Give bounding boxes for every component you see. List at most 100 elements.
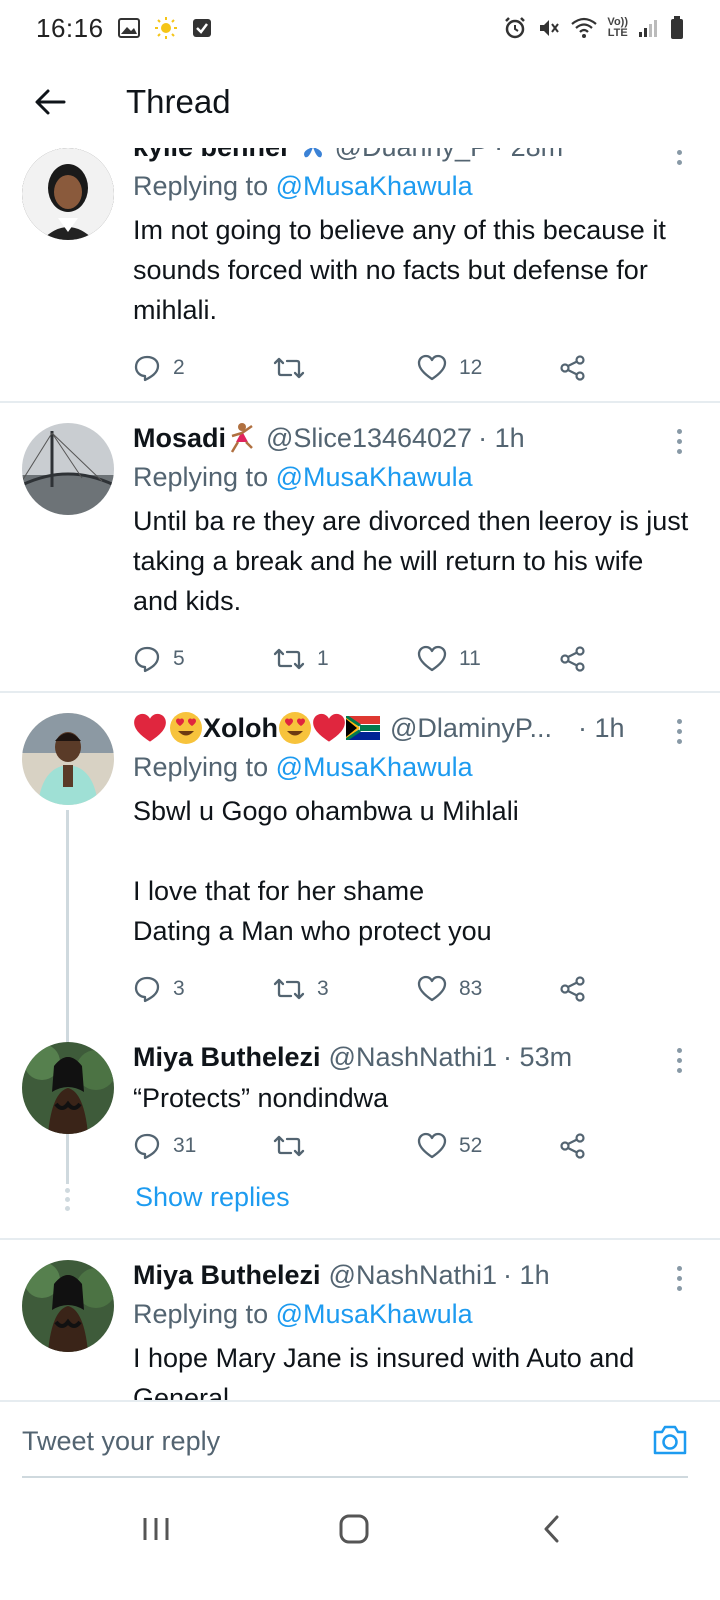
author-handle[interactable]: @Slice13464027 <box>266 419 472 457</box>
author-handle[interactable]: @NashNathi1 <box>329 1256 498 1294</box>
share-button[interactable] <box>559 645 587 673</box>
retweet-button[interactable] <box>273 354 317 382</box>
like-button[interactable]: 52 <box>417 1132 482 1160</box>
back-button[interactable] <box>0 56 100 148</box>
mention-link[interactable]: @MusaKhawula <box>276 1299 473 1329</box>
more-options-icon[interactable] <box>674 1048 684 1073</box>
reply-button[interactable]: 5 <box>133 645 185 673</box>
recent-apps-icon <box>143 1518 169 1540</box>
reply-count: 5 <box>173 647 185 670</box>
share-icon <box>560 646 585 672</box>
avatar[interactable] <box>22 713 114 805</box>
more-options-icon[interactable] <box>674 429 684 454</box>
author-handle[interactable]: @Duanny_P <box>335 148 489 166</box>
like-button[interactable]: 12 <box>417 354 482 382</box>
thread-connector <box>66 1148 69 1184</box>
replying-to: Replying to @MusaKhawula <box>133 171 473 201</box>
author-name[interactable]: Xoloh <box>203 709 278 747</box>
tweet-body: Until ba re they are divorced then leero… <box>133 506 689 616</box>
mention-link[interactable]: @MusaKhawula <box>276 752 473 782</box>
more-options-icon[interactable] <box>674 1266 684 1291</box>
battery-icon <box>670 16 684 40</box>
share-button[interactable] <box>559 1132 587 1160</box>
status-bar: 16:16 Vo)) LTE <box>0 0 720 56</box>
reply-count: 31 <box>173 1134 197 1157</box>
wifi-icon <box>571 17 598 39</box>
tweet[interactable]: Xoloh @DlaminyP... · 1h Replying to @Mus… <box>0 693 720 1018</box>
comment-icon <box>134 355 160 382</box>
reply-button[interactable]: 3 <box>133 975 185 1003</box>
retweet-icon <box>273 648 305 670</box>
more-options-icon[interactable] <box>674 148 684 165</box>
avatar[interactable] <box>22 1260 114 1352</box>
mention-link[interactable]: @MusaKhawula <box>276 462 473 492</box>
page-title: Thread <box>126 83 231 120</box>
author-name[interactable]: Miya Buthelezi <box>133 1256 321 1294</box>
reply-input[interactable]: Tweet your reply <box>22 1426 220 1457</box>
butterfly-emoji-icon <box>299 148 327 159</box>
more-options-icon[interactable] <box>674 719 684 744</box>
tweet-time: 1h <box>494 423 525 453</box>
replying-to: Replying to @MusaKhawula <box>133 1299 473 1329</box>
tweet[interactable]: kylie benner @Duanny_P · 28m Replying to… <box>0 148 720 402</box>
camera-icon <box>653 1425 687 1455</box>
top-app-bar: Thread <box>0 56 720 148</box>
mention-link[interactable]: @MusaKhawula <box>276 171 473 201</box>
retweet-button[interactable]: 1 <box>273 645 329 673</box>
avatar[interactable] <box>22 1042 114 1134</box>
reply-button[interactable]: 2 <box>133 354 185 382</box>
tweet-actions: 31 52 <box>133 1126 603 1166</box>
retweet-icon <box>273 357 305 379</box>
tweet-body: Im not going to believe any of this beca… <box>133 215 666 325</box>
reply-button[interactable]: 31 <box>133 1132 196 1160</box>
alarm-icon <box>503 16 527 40</box>
retweet-button[interactable]: 3 <box>273 975 329 1003</box>
thread-continuation-dots <box>65 1188 70 1211</box>
south-africa-flag-icon <box>346 716 380 740</box>
tweet-time: 53m <box>519 1042 573 1072</box>
gallery-notification-icon <box>117 18 140 38</box>
avatar[interactable] <box>22 423 114 515</box>
like-count: 83 <box>459 977 483 1000</box>
share-button[interactable] <box>559 354 587 382</box>
system-back-button[interactable] <box>538 1514 566 1549</box>
retweet-count: 3 <box>317 977 329 1000</box>
like-button[interactable]: 11 <box>417 645 481 673</box>
volte-indicator: Vo)) LTE <box>607 16 628 39</box>
recent-apps-button[interactable] <box>140 1514 172 1549</box>
comment-icon <box>134 976 160 1003</box>
status-time: 16:16 <box>36 12 104 43</box>
heart-eyes-emoji-icon <box>278 711 312 745</box>
camera-button[interactable] <box>652 1424 688 1461</box>
show-replies-link[interactable]: Show replies <box>135 1182 290 1213</box>
tweet-time: 28m <box>511 148 564 166</box>
thread-feed[interactable]: kylie benner @Duanny_P · 28m Replying to… <box>0 148 720 1400</box>
author-handle[interactable]: @NashNathi1 <box>329 1038 498 1076</box>
home-button[interactable] <box>338 1514 370 1549</box>
author-handle[interactable]: @DlaminyP... <box>390 709 552 747</box>
home-icon <box>339 1514 369 1544</box>
share-icon <box>560 1133 585 1159</box>
author-name[interactable]: Mosadi <box>133 419 226 457</box>
heart-emoji-icon <box>312 712 346 744</box>
avatar[interactable] <box>22 148 114 240</box>
arrow-left-icon <box>35 89 66 115</box>
tweet[interactable]: Miya Buthelezi @NashNathi1 · 1h Replying… <box>0 1240 720 1400</box>
author-name[interactable]: kylie benner <box>133 148 291 166</box>
author-name[interactable]: Miya Buthelezi <box>133 1038 321 1076</box>
tweet-body: I hope Mary Jane is insured with Auto an… <box>133 1343 635 1400</box>
retweet-button[interactable] <box>273 1132 317 1160</box>
retweet-icon <box>273 978 305 1000</box>
share-icon <box>560 355 585 381</box>
tweet-body: “Protects” nondindwa <box>133 1083 389 1113</box>
reply-composer[interactable]: Tweet your reply <box>0 1400 720 1478</box>
tweet[interactable]: Miya Buthelezi @NashNathi1 · 53m “Protec… <box>0 1028 720 1208</box>
replying-to: Replying to @MusaKhawula <box>133 752 473 782</box>
like-button[interactable]: 83 <box>417 975 482 1003</box>
retweet-count: 1 <box>317 647 329 670</box>
reply-count: 3 <box>173 977 185 1000</box>
tweet[interactable]: Mosadi @Slice13464027 · 1h Replying to @… <box>0 403 720 691</box>
tweet-time: 1h <box>519 1260 550 1290</box>
dancer-emoji-icon <box>228 422 256 454</box>
share-button[interactable] <box>559 975 587 1003</box>
